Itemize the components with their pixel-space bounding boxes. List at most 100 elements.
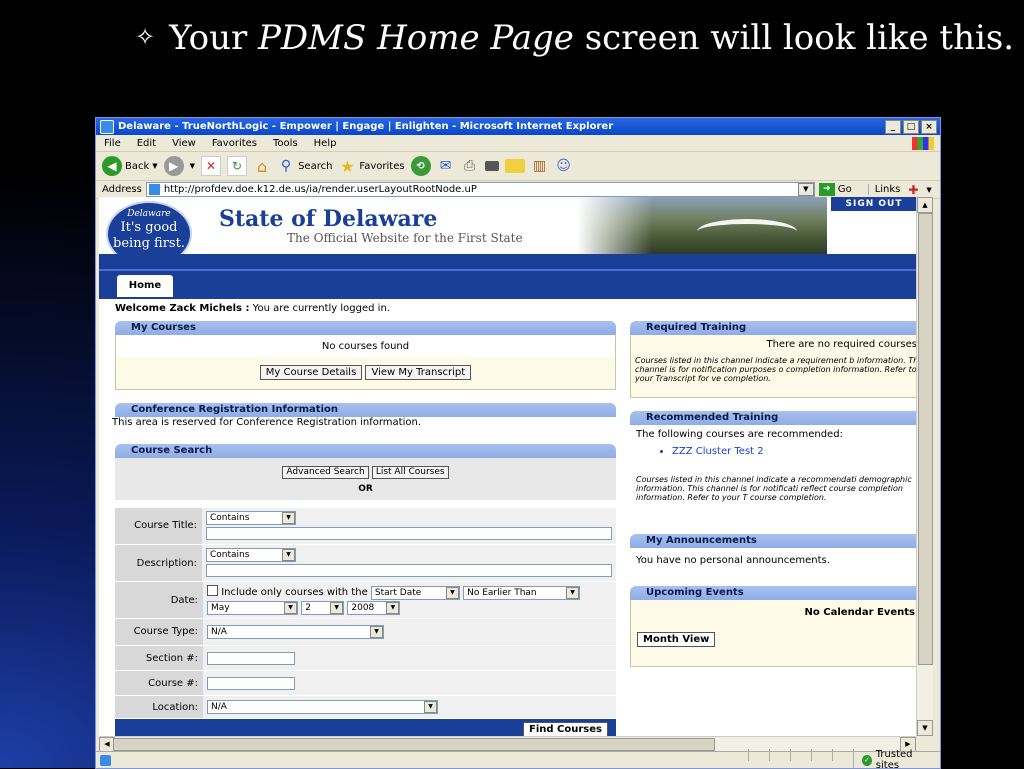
menu-tools[interactable]: Tools (273, 138, 298, 149)
day-value: 2 (305, 603, 311, 613)
menu-view[interactable]: View (172, 138, 196, 149)
window-titlebar[interactable]: Delaware - TrueNorthLogic - Empower | En… (96, 118, 940, 135)
month-select[interactable]: May ▼ (207, 601, 298, 615)
ie-icon (100, 119, 114, 134)
close-button[interactable]: × (921, 119, 937, 134)
bullet-icon: ✧ (135, 23, 156, 51)
upcoming-events-body: No Calendar Events Month View (630, 600, 916, 667)
back-dropdown-icon[interactable]: ▼ (152, 162, 157, 170)
seal-line3: being first. (113, 236, 185, 251)
slide-title: ✧ Your PDMS Home Page screen will look li… (135, 18, 1014, 58)
menu-favorites[interactable]: Favorites (212, 138, 257, 149)
year-select[interactable]: 2008 ▼ (347, 601, 401, 615)
search-icon: ⚲ (280, 158, 292, 174)
upcoming-events-header: Upcoming Events (630, 586, 916, 600)
menu-help[interactable]: Help (314, 138, 337, 149)
address-dropdown-icon[interactable]: ▼ (797, 183, 814, 196)
back-button[interactable]: ◀ Back ▼ (102, 156, 158, 176)
refresh-icon[interactable]: ↻ (227, 156, 248, 176)
welcome-message: Welcome Zack Michels : You are currently… (115, 303, 390, 314)
recommended-training-body: The following courses are recommended: Z… (630, 425, 916, 502)
find-courses-button[interactable]: Find Courses (523, 722, 608, 736)
history-icon[interactable]: ⟲ (410, 156, 431, 176)
my-course-details-button[interactable]: My Course Details (259, 365, 363, 380)
sign-out-button[interactable]: SIGN OUT (830, 197, 916, 211)
find-courses-row: Find Courses (115, 719, 616, 736)
status-cell (811, 749, 832, 761)
course-number-input[interactable] (207, 677, 295, 690)
menu-file[interactable]: File (104, 138, 121, 149)
or-separator: OR (358, 484, 373, 494)
scroll-up-icon[interactable]: ▲ (917, 197, 933, 213)
vertical-scrollbar[interactable]: ▲ ▼ (916, 197, 933, 736)
date-filter-checkbox[interactable] (207, 585, 218, 596)
date-field-select[interactable]: Start Date ▼ (370, 586, 460, 600)
translate-icon[interactable]: ✚ (904, 181, 922, 199)
advanced-search-button[interactable]: Advanced Search (282, 466, 369, 479)
vertical-scroll-thumb[interactable] (918, 213, 933, 665)
chevron-down-icon: ▼ (282, 549, 295, 561)
minimize-button[interactable]: _ (885, 119, 901, 134)
section-input[interactable] (207, 652, 295, 665)
chevron-down-icon: ▼ (424, 701, 437, 713)
seal-line2: It's good (120, 220, 178, 235)
search-button[interactable]: ⚲ Search (277, 157, 333, 175)
recommended-course-link[interactable]: ZZZ Cluster Test 2 (672, 446, 916, 457)
back-arrow-icon: ◀ (102, 156, 122, 176)
maximize-button[interactable]: □ (903, 119, 919, 134)
description-input[interactable] (206, 564, 612, 577)
welcome-status: You are currently logged in. (249, 303, 390, 314)
tab-home[interactable]: Home (117, 275, 173, 297)
scroll-down-icon[interactable]: ▼ (917, 720, 933, 736)
status-cell (748, 749, 769, 761)
course-type-label: Course Type: (115, 619, 203, 645)
window-title: Delaware - TrueNorthLogic - Empower | En… (118, 121, 614, 132)
edit-icon[interactable] (484, 161, 499, 171)
my-courses-header: My Courses (115, 321, 616, 335)
chevron-down-icon: ▼ (330, 602, 344, 614)
list-all-courses-button[interactable]: List All Courses (371, 466, 449, 479)
required-training-panel: Required Training There are no required … (630, 321, 916, 399)
course-title-input[interactable] (206, 527, 612, 540)
go-button[interactable]: ➜ Go (818, 183, 852, 196)
seal-line1: Delaware (127, 209, 171, 219)
print-icon[interactable]: ⎙ (461, 157, 479, 175)
month-view-button[interactable]: Month View (637, 632, 716, 647)
course-search-form: Course Title: Contains ▼ Description: Con… (115, 508, 616, 736)
links-dropdown-icon[interactable]: ▼ (926, 186, 931, 194)
announcements-panel: My Announcements You have no personal an… (630, 534, 916, 576)
home-icon[interactable]: ⌂ (253, 157, 271, 176)
search-label: Search (298, 160, 333, 172)
go-label: Go (837, 184, 852, 195)
favorites-button[interactable]: ★ Favorites (338, 157, 404, 176)
mail-icon[interactable]: ✉ (437, 157, 455, 175)
stop-icon[interactable]: ✕ (201, 156, 222, 176)
menu-edit[interactable]: Edit (137, 138, 156, 149)
course-type-select[interactable]: N/A ▼ (207, 625, 384, 639)
windows-logo-icon (912, 136, 934, 150)
description-match-select[interactable]: Contains ▼ (206, 548, 296, 562)
forward-arrow-icon[interactable]: ▶ (163, 156, 184, 176)
recommended-training-header: Recommended Training (630, 411, 916, 425)
day-select[interactable]: 2 ▼ (301, 601, 345, 615)
course-search-actions: Advanced Search List All Courses OR (115, 458, 616, 500)
research-icon[interactable]: ▥ (531, 157, 549, 175)
view-transcript-button[interactable]: View My Transcript (365, 365, 472, 380)
folder-icon[interactable] (504, 159, 525, 173)
messenger-icon[interactable]: ☺ (555, 157, 573, 175)
browser-window: Delaware - TrueNorthLogic - Empower | En… (95, 117, 941, 769)
required-training-header: Required Training (630, 321, 916, 335)
bridge-image (697, 219, 797, 244)
address-input[interactable]: http://profdev.doe.k12.de.us/ia/render.u… (145, 182, 815, 197)
conference-header: Conference Registration Information (115, 403, 616, 417)
recommended-training-panel: Recommended Training The following cours… (630, 411, 916, 523)
location-select[interactable]: N/A ▼ (207, 700, 438, 714)
course-title-label: Course Title: (115, 508, 202, 544)
horizontal-scroll-thumb[interactable] (113, 738, 715, 751)
title-match-value: Contains (210, 513, 250, 523)
date-operator-select[interactable]: No Earlier Than ▼ (463, 586, 581, 600)
required-training-body: There are no required courses Courses li… (630, 335, 916, 398)
forward-dropdown-icon[interactable]: ▼ (190, 162, 195, 170)
links-label[interactable]: Links (867, 184, 900, 195)
title-match-select[interactable]: Contains ▼ (206, 511, 296, 525)
